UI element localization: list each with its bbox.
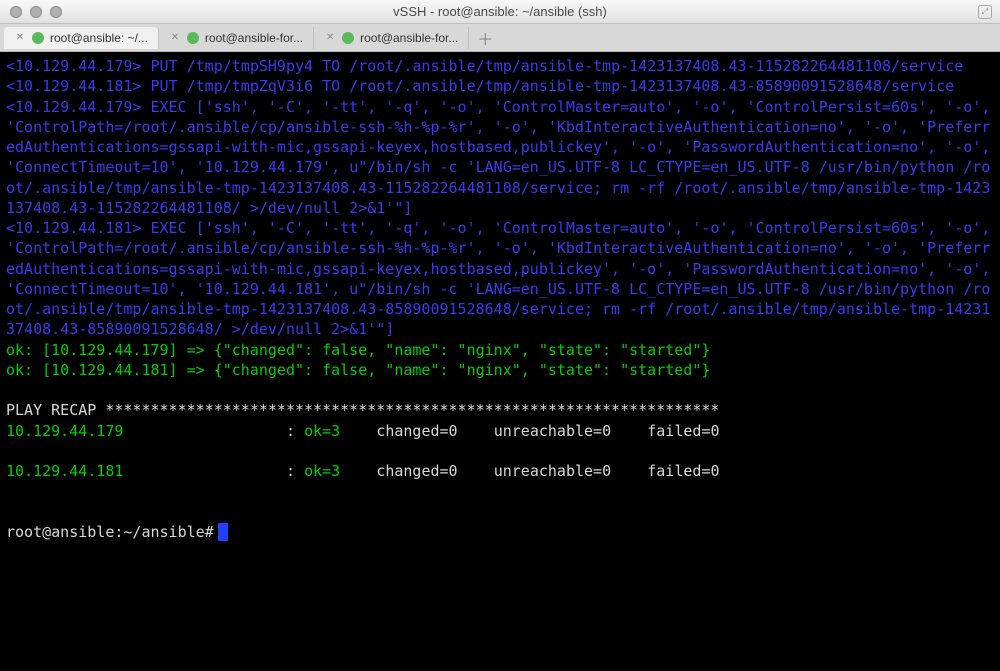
recap-row-2: 10.129.44.181: ok=3 changed=0 unreachabl… [6, 461, 994, 481]
close-icon[interactable]: ✕ [169, 32, 181, 44]
close-icon[interactable]: ✕ [14, 32, 26, 44]
tab-bar: ✕ root@ansible: ~/... ✕ root@ansible-for… [0, 24, 1000, 52]
expand-icon[interactable]: ⤢ [978, 5, 992, 19]
window-titlebar: vSSH - root@ansible: ~/ansible (ssh) ⤢ [0, 0, 1000, 24]
maximize-icon[interactable] [50, 6, 62, 18]
tab-label: root@ansible: ~/... [50, 31, 148, 45]
shell-prompt: root@ansible:~/ansible# [6, 523, 214, 541]
traffic-lights [0, 6, 62, 18]
exec-line-1: <10.129.44.179> EXEC ['ssh', '-C', '-tt'… [6, 98, 999, 217]
terminal-output[interactable]: <10.129.44.179> PUT /tmp/tmpSH9py4 TO /r… [0, 52, 1000, 671]
play-recap-header: PLAY RECAP *****************************… [6, 401, 719, 419]
cursor-icon [218, 523, 228, 541]
close-icon[interactable]: ✕ [324, 32, 336, 44]
tab-3[interactable]: ✕ root@ansible-for... [314, 27, 469, 49]
status-dot-icon [32, 32, 44, 44]
status-dot-icon [187, 32, 199, 44]
tab-2[interactable]: ✕ root@ansible-for... [159, 27, 314, 49]
close-icon[interactable] [10, 6, 22, 18]
put-line-1: <10.129.44.179> PUT /tmp/tmpSH9py4 TO /r… [6, 57, 963, 75]
tab-label: root@ansible-for... [205, 31, 303, 45]
add-tab-button[interactable]: ＋ [475, 28, 495, 48]
status-dot-icon [342, 32, 354, 44]
ok-line-1: ok: [10.129.44.179] => {"changed": false… [6, 341, 710, 359]
tab-label: root@ansible-for... [360, 31, 458, 45]
recap-row-1: 10.129.44.179: ok=3 changed=0 unreachabl… [6, 421, 994, 441]
tab-1[interactable]: ✕ root@ansible: ~/... [4, 27, 159, 49]
window-title: vSSH - root@ansible: ~/ansible (ssh) [393, 4, 607, 19]
ok-line-2: ok: [10.129.44.181] => {"changed": false… [6, 361, 710, 379]
put-line-2: <10.129.44.181> PUT /tmp/tmpZqV3i6 TO /r… [6, 77, 954, 95]
minimize-icon[interactable] [30, 6, 42, 18]
exec-line-2: <10.129.44.181> EXEC ['ssh', '-C', '-tt'… [6, 219, 999, 338]
